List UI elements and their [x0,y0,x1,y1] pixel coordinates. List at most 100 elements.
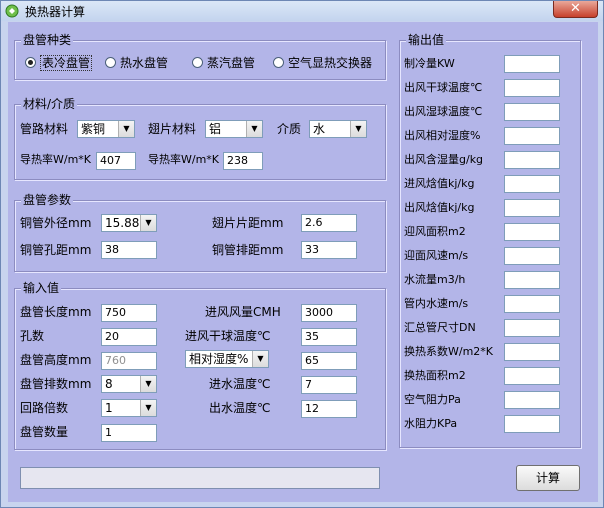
output-field[interactable] [504,415,560,433]
radio-steam[interactable]: 蒸汽盘管 [192,55,255,71]
material-legend: 材料/介质 [21,97,78,111]
pipe-conductivity-input[interactable]: 407 [96,152,136,170]
output-label: 换热面积m2 [404,369,466,382]
hole-pitch-label: 铜管孔距mm [20,243,92,257]
status-bar [20,467,380,489]
fin-pitch-label: 翅片片距mm [212,216,284,230]
circuit-label: 回路倍数 [20,401,69,415]
coil-params-legend: 盘管参数 [21,193,74,207]
fin-material-label: 翅片材料 [148,122,197,136]
output-field[interactable] [504,319,560,337]
output-label: 出风含湿量g/kg [404,153,484,166]
window-title: 换热器计算 [25,5,86,19]
output-field[interactable] [504,151,560,169]
dry-bulb-label: 进风干球温度℃ [185,329,271,343]
water-out-label: 出水温度℃ [209,401,271,415]
radio-hot-water[interactable]: 热水盘管 [105,55,168,71]
output-label: 制冷量KW [404,57,455,70]
medium-select[interactable]: 水 ▼ [309,120,367,138]
coil-length-label: 盘管长度mm [20,305,92,319]
fin-material-select[interactable]: 铝 ▼ [205,120,263,138]
close-button[interactable]: ✕ [553,1,598,18]
output-field[interactable] [504,391,560,409]
pipe-material-label: 管路材料 [20,122,69,136]
tube-od-select[interactable]: 15.88 ▼ [101,214,157,232]
airflow-input[interactable]: 3000 [301,304,357,322]
fin-conductivity-label: 导热率W/m*K [148,153,220,166]
dry-bulb-input[interactable]: 35 [301,328,357,346]
water-in-label: 进水温度℃ [209,377,271,391]
radio-dot [25,57,36,68]
title-bar: 换热器计算 ✕ [1,1,603,21]
output-label: 迎风面积m2 [404,225,466,238]
coil-height-input: 760 [101,352,157,370]
fin-conductivity-input[interactable]: 238 [223,152,263,170]
row-pitch-input[interactable]: 33 [301,241,357,259]
output-field[interactable] [504,271,560,289]
output-field[interactable] [504,55,560,73]
water-out-input[interactable]: 12 [301,400,357,418]
output-field[interactable] [504,103,560,121]
outputs-group: 输出值 制冷量KW 出风干球温度℃ 出风湿球温度℃ 出风相对湿度% 出风含湿量g/kg 进… [399,33,581,448]
hole-pitch-input[interactable]: 38 [101,241,157,259]
rows-select[interactable]: 8 ▼ [101,375,157,393]
holes-label: 孔数 [20,329,45,343]
humidity-input[interactable]: 65 [301,352,357,370]
coil-params-group: 盘管参数 铜管外径mm 15.88 ▼ 翅片片距mm 2.6 铜管孔距mm 38 … [14,193,386,272]
output-field[interactable] [504,127,560,145]
output-label: 出风干球温度℃ [404,81,483,94]
airflow-label: 进风风量CMH [205,305,281,319]
output-label: 水阻力KPa [404,417,458,430]
material-group: 材料/介质 管路材料 紫铜 ▼ 翅片材料 铝 ▼ 介质 水 ▼ 导热率W/m*K 40… [14,97,386,180]
calculate-button[interactable]: 计算 [516,465,580,491]
inputs-group: 输入值 盘管长度mm 750 进风风量CMH 3000 孔数 20 进风干球温度… [14,281,386,450]
chevron-down-icon: ▼ [118,121,134,137]
output-label: 汇总管尺寸DN [404,321,476,334]
rows-label: 盘管排数mm [20,377,92,391]
radio-sensible-exchanger[interactable]: 空气显热交换器 [273,55,372,71]
row-pitch-label: 铜管排距mm [212,243,284,257]
output-label: 出风相对湿度% [404,129,481,142]
output-field[interactable] [504,295,560,313]
output-field[interactable] [504,175,560,193]
coil-count-input[interactable]: 1 [101,424,157,442]
chevron-down-icon: ▼ [252,351,268,367]
tube-od-label: 铜管外径mm [20,216,92,230]
output-label: 进风焓值kj/kg [404,177,475,190]
inputs-legend: 输入值 [21,281,62,295]
chevron-down-icon: ▼ [140,215,156,231]
pipe-conductivity-label: 导热率W/m*K [20,153,92,166]
coil-length-input[interactable]: 750 [101,304,157,322]
output-field[interactable] [504,199,560,217]
holes-input[interactable]: 20 [101,328,157,346]
client-area: 盘管种类 表冷盘管 热水盘管 蒸汽盘管 空气显热交换器 材料/介质 管路材料 紫… [8,22,598,502]
output-field[interactable] [504,223,560,241]
coil-height-label: 盘管高度mm [20,353,92,367]
pipe-material-select[interactable]: 紫铜 ▼ [77,120,135,138]
radio-dot [192,57,203,68]
fin-pitch-input[interactable]: 2.6 [301,214,357,232]
output-label: 管内水速m/s [404,297,469,310]
coil-type-group: 盘管种类 表冷盘管 热水盘管 蒸汽盘管 空气显热交换器 [14,33,386,80]
circuit-select[interactable]: 1 ▼ [101,399,157,417]
output-label: 迎面风速m/s [404,249,469,262]
coil-type-legend: 盘管种类 [21,33,74,47]
chevron-down-icon: ▼ [140,400,156,416]
water-in-input[interactable]: 7 [301,376,357,394]
output-field[interactable] [504,247,560,265]
app-window: 换热器计算 ✕ 盘管种类 表冷盘管 热水盘管 蒸汽盘管 空气显热交换器 材料/介… [0,0,604,508]
output-field[interactable] [504,367,560,385]
coil-count-label: 盘管数量 [20,425,69,439]
humidity-type-select[interactable]: 相对湿度% ▼ [185,350,269,368]
output-field[interactable] [504,79,560,97]
output-label: 空气阻力Pa [404,393,461,406]
radio-surface-cooler[interactable]: 表冷盘管 [25,55,93,71]
medium-label: 介质 [277,122,302,136]
app-icon [5,4,19,18]
output-field[interactable] [504,343,560,361]
close-icon: ✕ [570,1,581,16]
chevron-down-icon: ▼ [140,376,156,392]
output-label: 出风焓值kj/kg [404,201,475,214]
output-label: 水流量m3/h [404,273,466,286]
chevron-down-icon: ▼ [246,121,262,137]
